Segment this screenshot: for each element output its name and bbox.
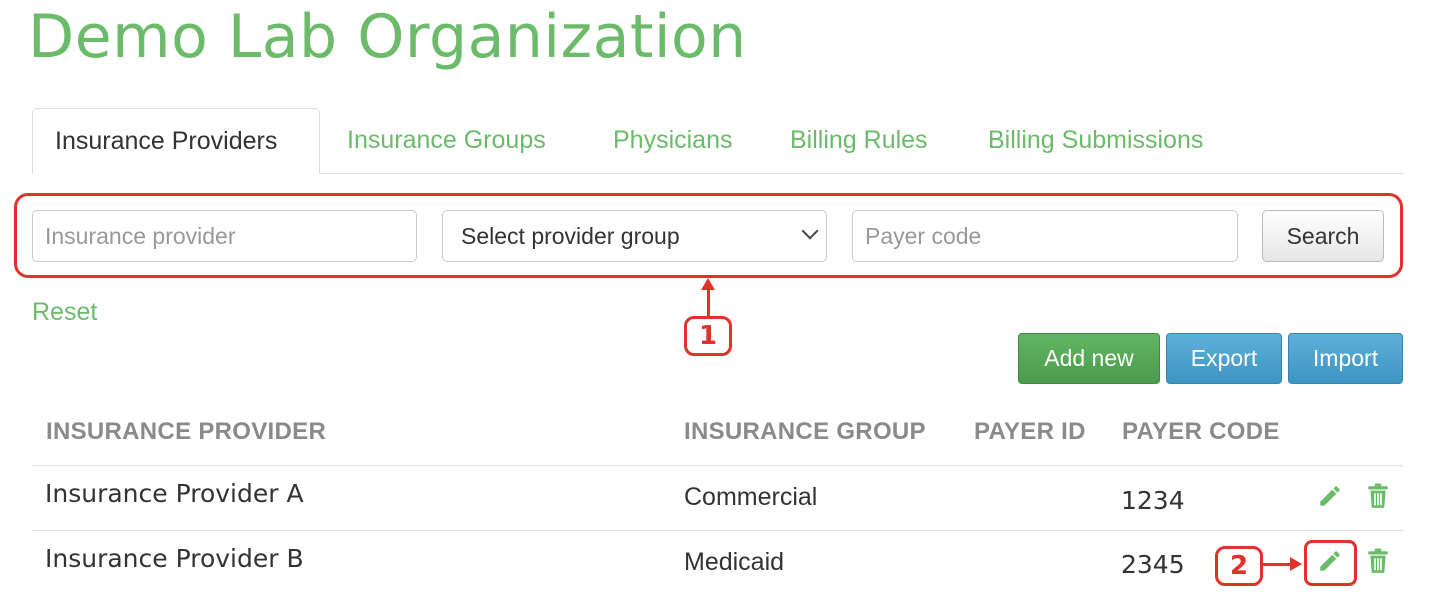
- callout-arrow-right-icon: [1290, 557, 1302, 571]
- provider-name-cell: Insurance Provider A: [45, 479, 304, 508]
- add-new-button[interactable]: Add new: [1018, 333, 1160, 384]
- tab-insurance-groups[interactable]: Insurance Groups: [347, 108, 546, 174]
- export-button[interactable]: Export: [1166, 333, 1282, 384]
- column-header-payer-code: PAYER CODE: [1122, 418, 1280, 445]
- column-header-insurance-provider: INSURANCE PROVIDER: [46, 418, 327, 445]
- payer-code-input[interactable]: [852, 210, 1238, 262]
- page-title: Demo Lab Organization: [28, 2, 747, 72]
- payer-code-cell: 1234: [1121, 486, 1185, 515]
- column-header-insurance-group: INSURANCE GROUP: [684, 418, 926, 445]
- column-header-payer-id: PAYER ID: [974, 418, 1086, 445]
- provider-name-cell: Insurance Provider B: [45, 544, 304, 573]
- trash-icon[interactable]: [1367, 548, 1389, 574]
- tab-physicians[interactable]: Physicians: [613, 108, 733, 174]
- annotation-badge-2: 2: [1215, 546, 1263, 586]
- provider-group-select-value: Select provider group: [461, 223, 680, 249]
- tab-bar: Insurance Providers Insurance Groups Phy…: [32, 108, 1403, 174]
- tab-billing-rules[interactable]: Billing Rules: [790, 108, 928, 174]
- callout-arrow-line: [1262, 563, 1292, 566]
- search-button[interactable]: Search: [1262, 210, 1384, 262]
- table-divider: [32, 465, 1403, 466]
- provider-group-select[interactable]: Select provider group: [442, 210, 827, 262]
- import-button[interactable]: Import: [1288, 333, 1403, 384]
- pencil-icon[interactable]: [1317, 548, 1343, 574]
- tab-insurance-providers[interactable]: Insurance Providers: [32, 108, 320, 174]
- insurance-group-cell: Commercial: [684, 483, 818, 511]
- callout-arrow-line: [707, 288, 710, 318]
- insurance-provider-input[interactable]: [32, 210, 417, 262]
- payer-code-cell: 2345: [1121, 550, 1185, 579]
- trash-icon[interactable]: [1367, 483, 1389, 509]
- table-divider: [32, 530, 1403, 531]
- annotation-badge-1: 1: [684, 316, 732, 356]
- pencil-icon[interactable]: [1317, 483, 1343, 509]
- tab-billing-submissions[interactable]: Billing Submissions: [988, 108, 1203, 174]
- chevron-down-icon: [801, 222, 819, 240]
- reset-link[interactable]: Reset: [32, 298, 97, 327]
- insurance-group-cell: Medicaid: [684, 548, 785, 576]
